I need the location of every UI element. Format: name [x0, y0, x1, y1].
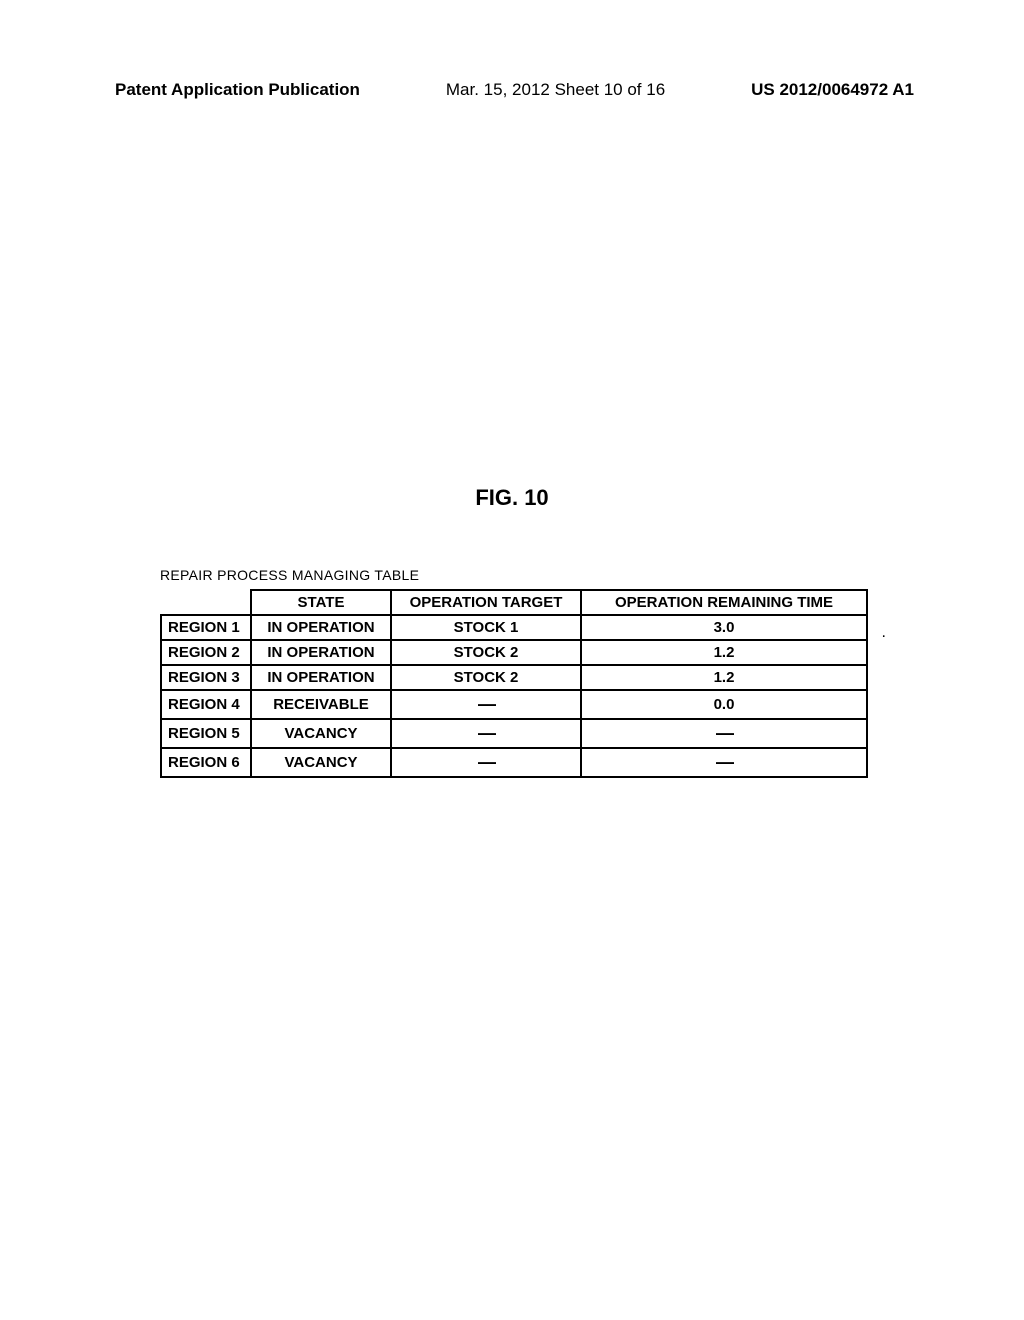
cell-state: IN OPERATION [251, 640, 391, 665]
table-row: REGION 3 IN OPERATION STOCK 2 1.2 [161, 665, 867, 690]
cell-state: RECEIVABLE [251, 690, 391, 719]
table-row: REGION 1 IN OPERATION STOCK 1 3.0 [161, 615, 867, 640]
cell-target: STOCK 1 [391, 615, 581, 640]
cell-state: VACANCY [251, 719, 391, 748]
cell-state: IN OPERATION [251, 665, 391, 690]
cell-region: REGION 4 [161, 690, 251, 719]
cell-state: IN OPERATION [251, 615, 391, 640]
col-header-blank [161, 590, 251, 615]
cell-time: 1.2 [581, 640, 867, 665]
cell-target: STOCK 2 [391, 665, 581, 690]
dash-icon: — [716, 723, 732, 743]
cell-time: — [581, 719, 867, 748]
dash-icon: — [478, 694, 494, 714]
dash-icon: — [716, 752, 732, 772]
cell-target: STOCK 2 [391, 640, 581, 665]
dash-icon: — [478, 723, 494, 743]
table-caption: REPAIR PROCESS MANAGING TABLE [160, 567, 868, 583]
table-row: REGION 5 VACANCY — — [161, 719, 867, 748]
col-header-time: OPERATION REMAINING TIME [581, 590, 867, 615]
dash-icon: — [478, 752, 494, 772]
cell-region: REGION 3 [161, 665, 251, 690]
cell-time: — [581, 748, 867, 777]
col-header-state: STATE [251, 590, 391, 615]
header-publication-type: Patent Application Publication [115, 80, 360, 100]
cell-target: — [391, 748, 581, 777]
header-date-sheet: Mar. 15, 2012 Sheet 10 of 16 [446, 80, 665, 100]
cell-time: 1.2 [581, 665, 867, 690]
table-row: REGION 6 VACANCY — — [161, 748, 867, 777]
cell-target: — [391, 719, 581, 748]
cell-state: VACANCY [251, 748, 391, 777]
header-publication-number: US 2012/0064972 A1 [751, 80, 914, 100]
cell-region: REGION 1 [161, 615, 251, 640]
page-header: Patent Application Publication Mar. 15, … [0, 80, 1024, 100]
stray-period-mark: . [882, 624, 886, 642]
repair-process-table: STATE OPERATION TARGET OPERATION REMAINI… [160, 589, 868, 778]
cell-region: REGION 6 [161, 748, 251, 777]
table-row: REGION 4 RECEIVABLE — 0.0 [161, 690, 867, 719]
figure-label: FIG. 10 [0, 485, 1024, 511]
cell-time: 0.0 [581, 690, 867, 719]
table-header-row: STATE OPERATION TARGET OPERATION REMAINI… [161, 590, 867, 615]
cell-time: 3.0 [581, 615, 867, 640]
cell-target: — [391, 690, 581, 719]
table-row: REGION 2 IN OPERATION STOCK 2 1.2 [161, 640, 867, 665]
cell-region: REGION 5 [161, 719, 251, 748]
cell-region: REGION 2 [161, 640, 251, 665]
table-section: REPAIR PROCESS MANAGING TABLE STATE OPER… [160, 567, 868, 778]
col-header-target: OPERATION TARGET [391, 590, 581, 615]
